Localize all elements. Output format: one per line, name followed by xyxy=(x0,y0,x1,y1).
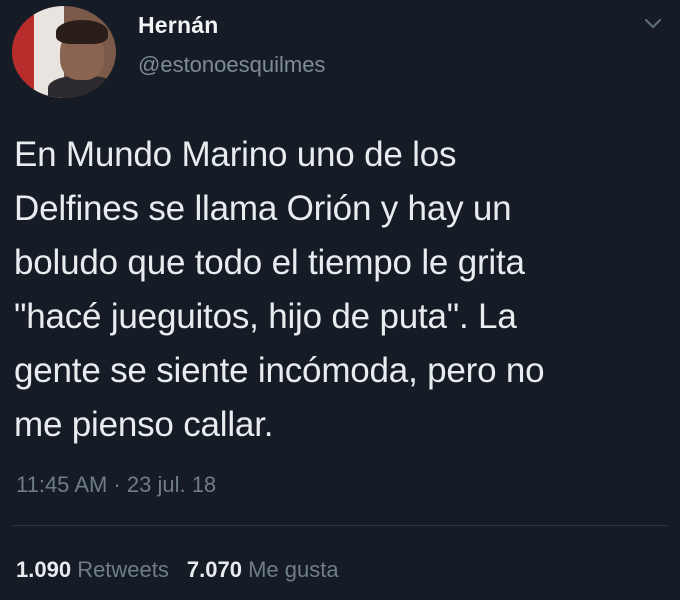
chevron-down-icon[interactable] xyxy=(642,12,664,34)
likes-stat[interactable]: 7.070 Me gusta xyxy=(187,557,339,582)
retweets-label: Retweets xyxy=(77,557,169,582)
timestamp[interactable]: 11:45 AM · 23 jul. 18 xyxy=(16,472,216,498)
retweets-count: 1.090 xyxy=(16,557,72,582)
display-name[interactable]: Hernán xyxy=(138,12,218,39)
engagement-stats: 1.090 Retweets 7.070 Me gusta xyxy=(16,557,357,583)
avatar[interactable] xyxy=(12,6,116,98)
likes-label: Me gusta xyxy=(248,557,339,582)
divider xyxy=(12,525,668,526)
username[interactable]: @estonoesquilmes xyxy=(138,52,325,78)
likes-count: 7.070 xyxy=(186,557,242,582)
tweet-card: Hernán @estonoesquilmes En Mundo Marino … xyxy=(0,0,680,600)
retweets-stat[interactable]: 1.090 Retweets xyxy=(16,557,169,582)
tweet-text: En Mundo Marino uno de los Delfines se l… xyxy=(14,135,545,444)
